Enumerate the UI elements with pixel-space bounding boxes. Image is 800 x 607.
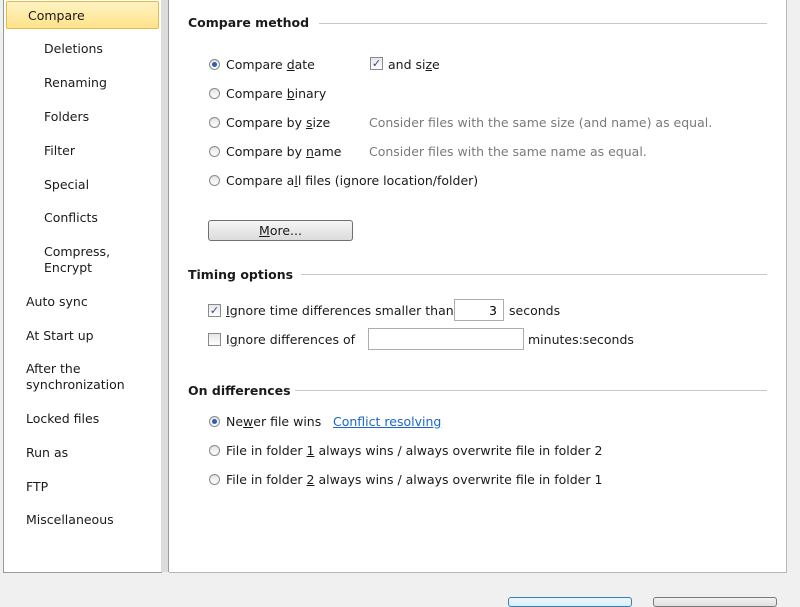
sidebar-item-ftp[interactable]: FTP: [4, 479, 161, 495]
ignore-minutes-input[interactable]: [368, 328, 524, 350]
check-icon: ✓: [209, 304, 220, 317]
sidebar-item-encrypt[interactable]: Encrypt: [4, 260, 161, 276]
sidebar-item-miscellaneous[interactable]: Miscellaneous: [4, 512, 161, 528]
compare-date-radio[interactable]: [209, 59, 220, 70]
sidebar-item-renaming[interactable]: Renaming: [4, 75, 161, 91]
conflict-resolving-link[interactable]: Conflict resolving: [333, 414, 441, 430]
group-divider: [301, 274, 767, 275]
ignore-seconds-input[interactable]: [454, 299, 504, 321]
sidebar-item-at-start-up[interactable]: At Start up: [4, 328, 161, 344]
ignore-differences-checkbox[interactable]: [208, 333, 221, 346]
compare-size-hint: Consider files with the same size (and n…: [369, 115, 713, 130]
compare-binary-label[interactable]: Compare binary: [226, 86, 326, 102]
compare-by-name-radio[interactable]: [209, 146, 220, 157]
compare-by-size-radio[interactable]: [209, 117, 220, 128]
sidebar-item-special[interactable]: Special: [4, 177, 161, 193]
folder1-wins-radio[interactable]: [209, 445, 220, 456]
compare-by-name-label[interactable]: Compare by name: [226, 144, 341, 160]
sidebar-item-after-the[interactable]: After the: [4, 361, 161, 377]
cancel-button[interactable]: [653, 597, 777, 607]
check-icon: ✓: [371, 57, 382, 70]
sidebar-item-locked-files[interactable]: Locked files: [4, 411, 161, 427]
and-size-label[interactable]: and size: [388, 57, 440, 73]
on-differences-title: On differences: [188, 383, 291, 398]
sidebar-item-conflicts[interactable]: Conflicts: [4, 210, 161, 226]
settings-category-list[interactable]: Compare Deletions Renaming Folders Filte…: [3, 0, 162, 573]
ignore-differences-label[interactable]: Ignore differences of: [226, 332, 355, 348]
newer-file-wins-radio[interactable]: [209, 416, 220, 427]
sidebar-item-filter[interactable]: Filter: [4, 143, 161, 159]
group-divider: [319, 23, 767, 24]
folder1-wins-label[interactable]: File in folder 1 always wins / always ov…: [226, 443, 602, 459]
seconds-unit-label: seconds: [509, 303, 561, 318]
group-divider: [295, 390, 767, 391]
sidebar-splitter[interactable]: [161, 0, 169, 572]
newer-file-wins-label[interactable]: Newer file wins: [226, 414, 321, 430]
sidebar-item-auto-sync[interactable]: Auto sync: [4, 294, 161, 310]
ignore-small-time-label[interactable]: Ignore time differences smaller than:: [226, 303, 458, 319]
compare-binary-radio[interactable]: [209, 88, 220, 99]
sidebar-item-folders[interactable]: Folders: [4, 109, 161, 125]
timing-options-title: Timing options: [188, 267, 294, 282]
sidebar-item-run-as[interactable]: Run as: [4, 445, 161, 461]
compare-by-size-label[interactable]: Compare by size: [226, 115, 330, 131]
and-size-checkbox[interactable]: ✓: [370, 57, 383, 70]
folder2-wins-label[interactable]: File in folder 2 always wins / always ov…: [226, 472, 602, 488]
sidebar-item-deletions[interactable]: Deletions: [4, 41, 161, 57]
dialog-button-bar: [0, 573, 800, 600]
compare-all-files-radio[interactable]: [209, 175, 220, 186]
ok-button[interactable]: [508, 597, 632, 607]
sidebar-item-compress[interactable]: Compress,: [4, 244, 161, 260]
compare-name-hint: Consider files with the same name as equ…: [369, 144, 647, 159]
more-button[interactable]: More...: [208, 220, 353, 241]
compare-settings-panel: Compare method Compare date ✓ and size C…: [169, 0, 787, 573]
minutes-seconds-unit-label: minutes:seconds: [528, 332, 634, 347]
compare-method-title: Compare method: [188, 15, 310, 30]
compare-date-label[interactable]: Compare date: [226, 57, 315, 73]
sidebar-item-compare[interactable]: Compare: [6, 1, 159, 29]
compare-all-files-label[interactable]: Compare all files (ignore location/folde…: [226, 173, 478, 189]
ignore-small-time-checkbox[interactable]: ✓: [208, 304, 221, 317]
sidebar-item-synchronization[interactable]: synchronization: [4, 377, 161, 393]
folder2-wins-radio[interactable]: [209, 474, 220, 485]
